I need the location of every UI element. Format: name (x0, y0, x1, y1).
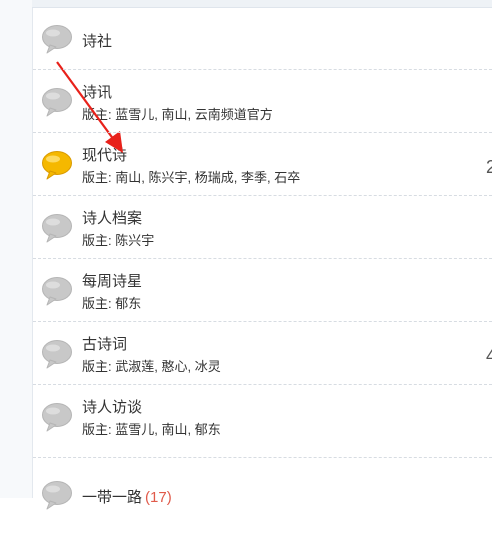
forum-name: 每周诗星 (82, 273, 143, 290)
row-divider (33, 321, 492, 322)
forum-name-link[interactable]: 诗讯 (82, 81, 112, 102)
forum-row: 诗讯版主: 蓝雪儿, 南山, 云南频道官方 (33, 79, 492, 135)
moderator-separator: , (187, 107, 195, 122)
forum-name-link[interactable]: 诗社 (82, 30, 112, 51)
row-divider (33, 195, 492, 196)
forum-name: 诗社 (82, 33, 113, 50)
speech-bubble-icon (41, 276, 73, 306)
forum-row: 现代诗版主: 南山, 陈兴宇, 杨瑞成, 李季, 石卒 2 (33, 142, 492, 198)
row-divider (33, 132, 492, 133)
moderator-link[interactable]: 南山 (115, 170, 141, 185)
moderator-link[interactable]: 冰灵 (195, 359, 221, 374)
forum-name: 诗人访谈 (82, 399, 143, 416)
moderator-separator: , (187, 170, 195, 185)
moderator-label: 版主: (82, 296, 116, 311)
moderator-line: 版主: 蓝雪儿, 南山, 云南频道官方 (82, 104, 273, 123)
speech-bubble-icon (41, 87, 73, 117)
moderator-link[interactable]: 南山 (161, 422, 187, 437)
moderator-link[interactable]: 郁东 (195, 422, 221, 437)
forum-row: 诗人档案版主: 陈兴宇 (33, 205, 492, 261)
moderator-line: 版主: 陈兴宇 (82, 230, 154, 249)
forum-name-link[interactable]: 一带一路 (17) (82, 486, 172, 507)
moderator-link[interactable]: 云南频道官方 (195, 107, 273, 122)
moderator-label: 版主: (82, 422, 116, 437)
moderator-line: 版主: 武淑莲, 憨心, 冰灵 (82, 356, 221, 375)
moderator-link[interactable]: 杨瑞成 (195, 170, 234, 185)
moderator-link[interactable]: 李季 (241, 170, 267, 185)
row-divider (33, 258, 492, 259)
left-sidebar-strip (0, 0, 33, 498)
row-divider (33, 384, 492, 385)
forum-row: 诗人访谈版主: 蓝雪儿, 南山, 郁东 (33, 394, 492, 450)
moderator-label: 版主: (82, 170, 116, 185)
moderator-separator: , (187, 422, 195, 437)
table-top-border (32, 0, 492, 8)
moderator-link[interactable]: 郁东 (115, 296, 141, 311)
moderator-link[interactable]: 陈兴宇 (148, 170, 187, 185)
forum-name: 现代诗 (82, 147, 128, 164)
forum-name-link[interactable]: 古诗词 (82, 333, 127, 354)
speech-bubble-icon (41, 213, 73, 243)
speech-bubble-icon (41, 402, 73, 432)
row-divider (33, 457, 492, 458)
topic-count: 4 (485, 346, 492, 366)
moderator-link[interactable]: 蓝雪儿 (115, 422, 154, 437)
forum-name-link[interactable]: 诗人访谈 (82, 396, 142, 417)
moderator-separator: , (187, 359, 195, 374)
speech-bubble-icon (41, 150, 73, 180)
moderator-line: 版主: 南山, 陈兴宇, 杨瑞成, 李季, 石卒 (82, 167, 300, 186)
moderator-link[interactable]: 石卒 (274, 170, 300, 185)
speech-bubble-icon (41, 480, 73, 510)
forum-name-link[interactable]: 现代诗 (82, 144, 127, 165)
moderator-link[interactable]: 武淑莲 (115, 359, 154, 374)
moderator-line: 版主: 蓝雪儿, 南山, 郁东 (82, 419, 221, 438)
forum-name-link[interactable]: 每周诗星 (82, 270, 142, 291)
forum-name: 古诗词 (82, 336, 128, 353)
row-divider (33, 69, 492, 70)
moderator-label: 版主: (82, 233, 116, 248)
moderator-link[interactable]: 陈兴宇 (115, 233, 154, 248)
forum-row: 一带一路 (17) (33, 478, 492, 534)
moderator-link[interactable]: 憨心 (161, 359, 187, 374)
moderator-link[interactable]: 蓝雪儿 (115, 107, 154, 122)
speech-bubble-icon (41, 24, 73, 54)
speech-bubble-icon (41, 339, 73, 369)
forum-row: 古诗词版主: 武淑莲, 憨心, 冰灵 4 (33, 331, 492, 387)
moderator-label: 版主: (82, 359, 116, 374)
forum-row: 每周诗星版主: 郁东 (33, 268, 492, 324)
moderator-line: 版主: 郁东 (82, 293, 141, 312)
moderator-separator: , (233, 170, 241, 185)
forum-name: 诗人档案 (82, 210, 143, 227)
moderator-label: 版主: (82, 107, 116, 122)
moderator-link[interactable]: 南山 (161, 107, 187, 122)
forum-name-link[interactable]: 诗人档案 (82, 207, 142, 228)
forum-name: 诗讯 (82, 84, 113, 101)
topic-count: 2 (485, 157, 492, 177)
